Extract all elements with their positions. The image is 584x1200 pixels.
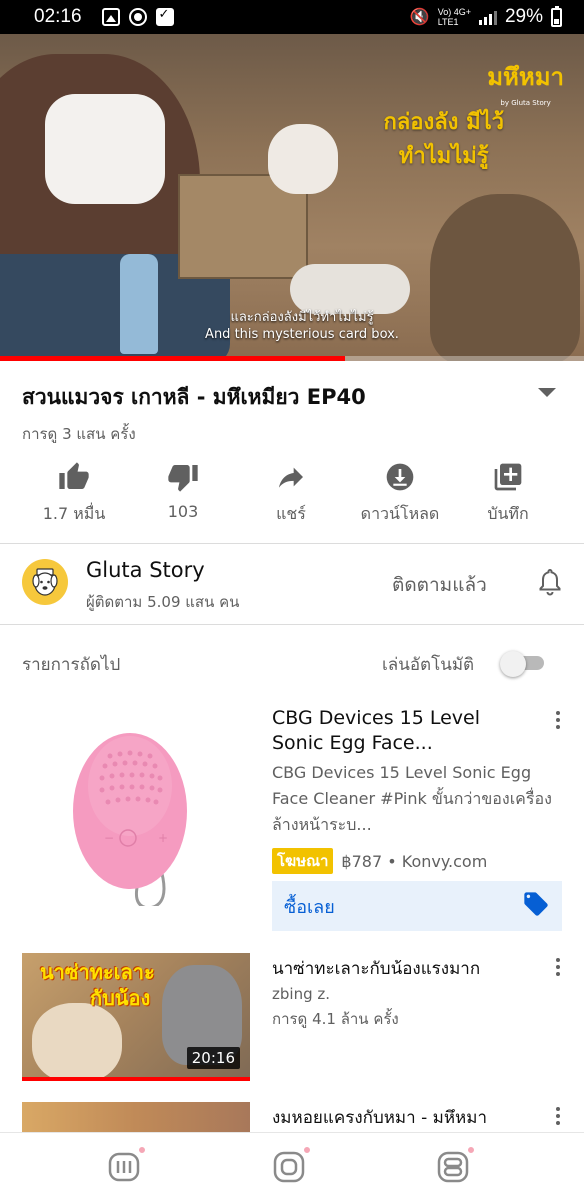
- dislike-count: 103: [167, 502, 199, 521]
- bell-icon: [539, 568, 561, 596]
- video-overlay-title: กล่องลัง มีไว้ ทำไมไม่รู้: [383, 106, 504, 174]
- nav-indicator-dot: [303, 1146, 311, 1154]
- video-frame-detail: [290, 264, 410, 314]
- buy-now-button[interactable]: ซื้อเลย: [272, 881, 562, 931]
- recent-apps-button[interactable]: [107, 1146, 146, 1185]
- subtitle-thai: และกล่องลังมีไว้ทำไมไม่รู้: [230, 310, 374, 325]
- home-button[interactable]: [272, 1146, 311, 1185]
- status-indicators: 🔇 Vo) 4G+ LTE1 29%: [409, 5, 562, 28]
- video-item-views: การดู 4.1 ล้าน ครั้ง: [272, 1010, 399, 1028]
- video-progress-bar[interactable]: [0, 356, 584, 361]
- system-navigation-bar: [0, 1132, 584, 1200]
- mute-icon: 🔇: [409, 9, 430, 26]
- channel-avatar[interactable]: [22, 559, 68, 605]
- share-button[interactable]: แชร์: [236, 460, 346, 527]
- status-bar: 02:16 🔇 Vo) 4G+ LTE1 29%: [0, 0, 584, 34]
- video-frame-detail: [45, 94, 165, 204]
- status-time: 02:16: [34, 6, 82, 27]
- nav-indicator-dot: [467, 1146, 475, 1154]
- save-button[interactable]: บันทึก: [453, 460, 563, 527]
- svg-text:+: +: [158, 831, 168, 845]
- subscribed-button[interactable]: ติดตามแล้ว: [392, 570, 487, 600]
- svg-text:−: −: [104, 831, 114, 845]
- thumb-up-icon: [19, 460, 129, 494]
- network-type: Vo) 4G+: [437, 7, 471, 17]
- overlay-title-line: กล่องลัง มีไว้: [383, 110, 504, 135]
- expand-description-icon[interactable]: [538, 388, 556, 397]
- video-actions: 1.7 หมื่น 103 แชร์ ดาวน์โหลด บันทึก: [0, 460, 584, 530]
- thumbnail-caption-line: กับน้อง: [90, 986, 151, 1010]
- like-count: 1.7 หมื่น: [42, 504, 106, 523]
- download-button[interactable]: ดาวน์โหลด: [345, 460, 455, 527]
- ad-badge: โฆษณา: [272, 848, 334, 874]
- video-player[interactable]: มหึหมา by Gluta Story กล่องลัง มีไว้ ทำไ…: [0, 34, 584, 361]
- notification-bell-button[interactable]: [538, 568, 562, 600]
- camera-notification-icon: [128, 8, 147, 26]
- download-icon: [345, 460, 455, 494]
- ad-product-image[interactable]: − +: [60, 716, 200, 910]
- network-indicator: Vo) 4G+ LTE1: [438, 7, 471, 27]
- toggle-knob: [500, 651, 526, 677]
- dog-logo-icon: [32, 568, 58, 596]
- channel-name[interactable]: Gluta Story: [86, 558, 205, 582]
- nav-indicator-dot: [138, 1146, 146, 1154]
- add-to-playlist-icon: [453, 460, 563, 494]
- video-item-channel: zbing z.: [272, 985, 331, 1003]
- up-next-label: รายการถัดไป: [22, 655, 121, 675]
- dislike-button[interactable]: 103: [128, 460, 238, 521]
- video-frame-white-cat: [268, 124, 338, 194]
- autoplay-toggle[interactable]: [500, 651, 546, 677]
- signal-icon: [478, 9, 497, 25]
- divider: [0, 543, 584, 544]
- ad-description: CBG Devices 15 Level Sonic Egg Face Clea…: [272, 763, 552, 834]
- video-item-title[interactable]: งมหอยแครงกับหมา - มหึหมา: [272, 1104, 540, 1131]
- share-label: แชร์: [276, 504, 306, 523]
- ad-price-source: ฿787 • Konvy.com: [341, 851, 488, 871]
- video-title: สวนแมวจร เกาหลี - มหึเหมียว EP40: [22, 385, 366, 409]
- battery-percent: 29%: [504, 6, 543, 27]
- recent-apps-icon: [108, 1152, 140, 1182]
- watched-progress-bar: [22, 1077, 250, 1081]
- video-item-title[interactable]: นาซ่าทะเลาะกับน้องแรงมาก: [272, 955, 540, 982]
- thumb-down-icon: [128, 460, 238, 494]
- network-sim: LTE1: [437, 17, 459, 27]
- checkbox-notification-icon: [155, 7, 174, 26]
- video-more-options-icon[interactable]: [555, 955, 561, 979]
- subscriber-count: ผู้ติดตาม 5.09 แสน คน: [86, 593, 240, 611]
- video-more-options-icon[interactable]: [555, 1104, 561, 1128]
- share-icon: [236, 460, 346, 494]
- tag-icon: [522, 890, 550, 922]
- back-button[interactable]: [436, 1146, 475, 1185]
- video-subtitle: และกล่องลังมีไว้ทำไมไม่รู้ And this myst…: [0, 309, 584, 343]
- video-duration: 20:16: [186, 1047, 240, 1069]
- autoplay-label: เล่นอัตโนมัติ: [382, 655, 475, 675]
- brand-logo-text: มหึหมา: [487, 63, 564, 91]
- gallery-notification-icon: [101, 8, 120, 26]
- thumbnail-caption-line: นาซ่าทะเลาะ: [40, 960, 155, 984]
- like-button[interactable]: 1.7 หมื่น: [19, 460, 129, 527]
- thumbnail-kitten: [32, 1003, 122, 1081]
- home-icon: [273, 1151, 305, 1183]
- save-label: บันทึก: [487, 504, 529, 523]
- back-icon: [437, 1151, 469, 1183]
- thumbnail-caption: นาซ่าทะเลาะ กับน้อง: [40, 959, 155, 1011]
- video-thumbnail[interactable]: [22, 1102, 250, 1132]
- battery-icon: [551, 5, 562, 27]
- view-count: การดู 3 แสน ครั้ง: [22, 425, 136, 443]
- ad-title[interactable]: CBG Devices 15 Level Sonic Egg Face...: [272, 706, 532, 756]
- video-thumbnail[interactable]: นาซ่าทะเลาะ กับน้อง 20:16: [22, 953, 250, 1081]
- ad-more-options-icon[interactable]: [555, 708, 561, 732]
- download-label: ดาวน์โหลด: [360, 504, 440, 523]
- overlay-title-line: ทำไมไม่รู้: [398, 144, 489, 169]
- video-progress-fill: [0, 356, 345, 361]
- ad-meta: โฆษณา ฿787 • Konvy.com: [272, 848, 487, 874]
- subtitle-english: And this mysterious card box.: [205, 327, 399, 342]
- divider: [0, 624, 584, 625]
- buy-now-label: ซื้อเลย: [284, 896, 335, 918]
